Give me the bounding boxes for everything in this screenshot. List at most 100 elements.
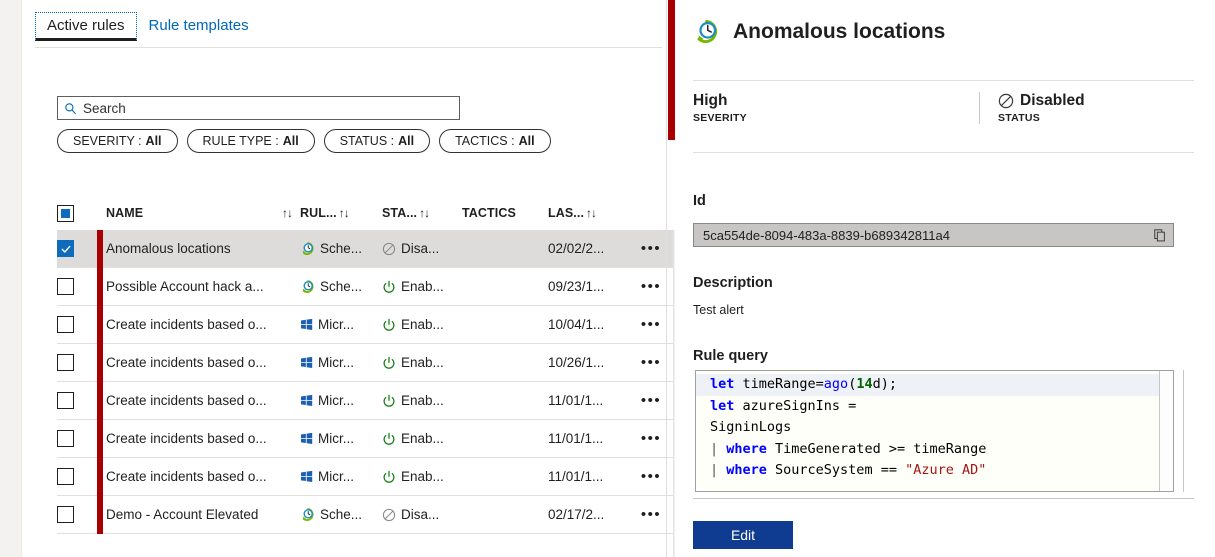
row-checkbox[interactable]	[57, 354, 74, 371]
ellipsis-icon[interactable]: •••	[641, 354, 661, 371]
active-rules-pane: Active rules Rule templates SEVERITY : A…	[22, 0, 686, 557]
pane-divider	[666, 0, 667, 557]
rule-query-code-box[interactable]: let timeRange=ago(14d); let azureSignIns …	[695, 370, 1174, 492]
ellipsis-icon[interactable]: •••	[641, 468, 661, 485]
row-actions-button[interactable]: •••	[634, 507, 668, 522]
ellipsis-icon[interactable]: •••	[641, 392, 661, 409]
row-actions-button[interactable]: •••	[634, 241, 668, 256]
row-status: Enab...	[401, 279, 444, 294]
column-header-name[interactable]: NAME ↑↓	[106, 206, 300, 220]
scheduled-clock-icon	[697, 19, 718, 44]
filter-pill-rule-type-value: All	[282, 134, 299, 148]
id-section-label: Id	[693, 193, 706, 209]
tab-rule-templates[interactable]: Rule templates	[137, 12, 261, 41]
row-name-cell: Create incidents based o...	[106, 469, 300, 484]
microsoft-logo-icon	[300, 318, 313, 331]
row-checkbox[interactable]	[57, 278, 74, 295]
row-checkbox[interactable]	[57, 430, 74, 447]
detail-severity-value: High	[693, 92, 728, 109]
row-rule-type: Sche...	[320, 241, 363, 256]
row-rule-type-cell: Micr...	[300, 431, 382, 446]
microsoft-logo-icon	[300, 394, 313, 407]
column-header-status[interactable]: STA... ↑↓	[382, 206, 462, 220]
copy-icon[interactable]	[1153, 228, 1167, 243]
row-name-cell: Anomalous locations	[106, 241, 300, 256]
table-header-row: NAME ↑↓ RUL... ↑↓ STA... ↑↓ TACTICS LAS.…	[57, 196, 684, 230]
table-row[interactable]: Create incidents based o... Micr... Enab..…	[57, 305, 684, 344]
row-checkbox[interactable]	[57, 468, 74, 485]
row-rule-type: Sche...	[320, 507, 363, 522]
detail-status-value: Disabled	[1020, 92, 1085, 109]
row-last-modified: 10/26/1...	[548, 355, 605, 370]
row-select-cell	[57, 506, 95, 523]
detail-title-row: Anomalous locations	[693, 18, 945, 45]
filter-pill-status[interactable]: STATUS : All	[323, 129, 431, 153]
row-name: Anomalous locations	[106, 241, 231, 256]
table-row[interactable]: Possible Account hack a... Sche... Enab...…	[57, 267, 684, 306]
table-row[interactable]: Create incidents based o... Micr... Enab..…	[57, 419, 684, 458]
edit-button[interactable]: Edit	[693, 521, 793, 549]
table-row[interactable]: Create incidents based o... Micr... Enab..…	[57, 381, 684, 420]
search-box[interactable]	[57, 96, 460, 120]
table-row[interactable]: Create incidents based o... Micr... Enab..…	[57, 457, 684, 496]
detail-divider-2	[693, 152, 1194, 153]
row-status-cell: Enab...	[382, 393, 462, 408]
table-row[interactable]: Demo - Account Elevated Sche... Disa... 02/…	[57, 495, 684, 534]
row-name-cell: Create incidents based o...	[106, 355, 300, 370]
disabled-icon	[382, 242, 396, 255]
filter-pill-tactics-label: TACTICS :	[455, 134, 515, 148]
row-last-modified: 11/01/1...	[548, 393, 604, 408]
row-actions-button[interactable]: •••	[634, 393, 668, 408]
row-actions-button[interactable]: •••	[634, 355, 668, 370]
row-name: Create incidents based o...	[106, 355, 267, 370]
select-all-checkbox[interactable]	[57, 204, 74, 222]
table-row[interactable]: Create incidents based o... Micr... Enab..…	[57, 343, 684, 382]
ellipsis-icon[interactable]: •••	[641, 506, 661, 523]
rule-query-scrollbar[interactable]	[1159, 371, 1173, 491]
row-actions-button[interactable]: •••	[634, 279, 668, 294]
row-select-cell	[57, 392, 95, 409]
column-header-tactics[interactable]: TACTICS	[462, 206, 548, 220]
row-rule-type: Sche...	[320, 279, 363, 294]
tab-active-rules[interactable]: Active rules	[35, 12, 137, 41]
tab-rule-templates-label: Rule templates	[148, 17, 249, 34]
row-name-cell: Demo - Account Elevated	[106, 507, 300, 522]
enabled-power-icon	[383, 280, 395, 293]
row-severity-indicator	[95, 495, 106, 534]
enabled-power-icon	[383, 470, 395, 483]
id-field[interactable]: 5ca554de-8094-483a-8839-b689342811a4	[693, 223, 1174, 247]
column-header-last-modified[interactable]: LAS... ↑↓	[548, 206, 634, 220]
row-rule-type-cell: Sche...	[300, 279, 382, 294]
sort-icon-name[interactable]: ↑↓	[282, 206, 293, 220]
ellipsis-icon[interactable]: •••	[641, 278, 661, 295]
filter-pill-tactics[interactable]: TACTICS : All	[439, 129, 551, 153]
row-status-cell: Disa...	[382, 507, 462, 522]
row-name: Create incidents based o...	[106, 469, 267, 484]
ellipsis-icon[interactable]: •••	[641, 316, 661, 333]
row-rule-type-cell: Micr...	[300, 355, 382, 370]
enabled-power-icon	[383, 318, 395, 331]
column-header-rule-type[interactable]: RUL... ↑↓	[300, 206, 382, 220]
ellipsis-icon[interactable]: •••	[641, 430, 661, 447]
filter-pill-severity[interactable]: SEVERITY : All	[57, 129, 178, 153]
description-section-label: Description	[693, 275, 773, 291]
filter-pill-rule-type[interactable]: RULE TYPE : All	[186, 129, 315, 153]
row-actions-button[interactable]: •••	[634, 431, 668, 446]
ellipsis-icon[interactable]: •••	[641, 240, 661, 257]
detail-status-label: STATUS	[998, 112, 1040, 124]
row-status-cell: Enab...	[382, 317, 462, 332]
sort-icon-status[interactable]: ↑↓	[419, 206, 430, 220]
row-checkbox[interactable]	[57, 506, 74, 523]
table-row[interactable]: Anomalous locations Sche... Disa... 02/02/2…	[57, 229, 684, 268]
row-name: Possible Account hack a...	[106, 279, 264, 294]
search-input[interactable]	[83, 100, 453, 116]
row-actions-button[interactable]: •••	[634, 469, 668, 484]
row-checkbox[interactable]	[57, 392, 74, 409]
row-actions-button[interactable]: •••	[634, 317, 668, 332]
row-checkbox[interactable]	[57, 240, 74, 257]
sort-icon-rule-type[interactable]: ↑↓	[339, 206, 350, 220]
enabled-power-icon	[383, 432, 395, 445]
row-checkbox[interactable]	[57, 316, 74, 333]
sort-icon-last-modified[interactable]: ↑↓	[586, 206, 597, 220]
detail-severity-label: SEVERITY	[693, 112, 747, 124]
